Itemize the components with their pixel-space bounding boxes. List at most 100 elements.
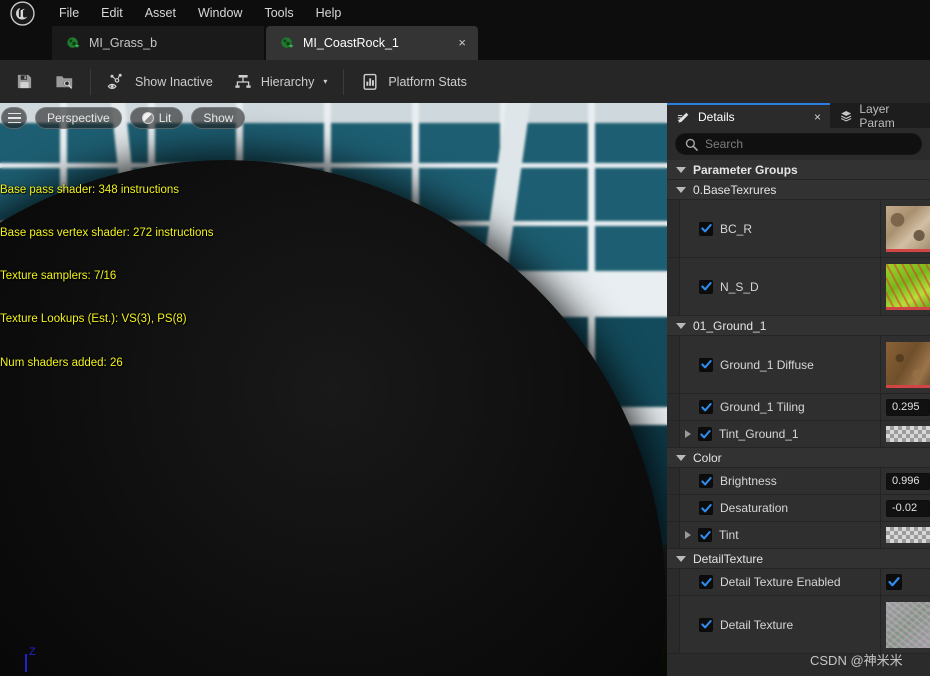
group-color[interactable]: Color [667,448,930,468]
param-row-tint[interactable]: Tint [667,522,930,549]
group-detail-texture[interactable]: DetailTexture [667,549,930,569]
tab-details[interactable]: Details × [667,103,830,128]
param-value-cell[interactable]: -0.02 [880,495,930,521]
param-value-cell[interactable] [880,421,930,447]
viewport-camera-mode-button[interactable]: Perspective [35,107,122,129]
chevron-down-icon[interactable] [676,166,686,173]
numeric-input[interactable]: 0.996 [886,472,930,490]
param-row-ground-1-tiling[interactable]: Ground_1 Tiling 0.295 [667,394,930,421]
texture-thumbnail[interactable] [886,205,930,252]
viewport-show-flags-button[interactable]: Show [191,107,246,129]
param-label: Detail Texture [720,617,794,632]
tab-layer-parameters[interactable]: Layer Param [830,101,930,130]
chevron-down-icon[interactable] [676,322,686,329]
platform-stats-icon [360,72,380,92]
menu-window[interactable]: Window [187,3,253,23]
menu-bar: File Edit Asset Window Tools Help [0,0,930,26]
param-row-detail-texture-enabled[interactable]: Detail Texture Enabled [667,569,930,596]
param-enable-checkbox[interactable] [699,221,713,236]
chevron-down-icon[interactable] [676,186,686,193]
param-enable-checkbox[interactable] [699,474,713,488]
numeric-input[interactable]: -0.02 [886,499,930,517]
menu-asset[interactable]: Asset [134,3,187,23]
menu-file[interactable]: File [48,3,90,23]
param-enable-checkbox[interactable] [699,617,713,632]
param-enable-checkbox[interactable] [698,427,712,441]
platform-stats-button[interactable]: Platform Stats [350,60,477,103]
hierarchy-label: Hierarchy [260,74,315,89]
row-rail [667,522,680,548]
toolbar-separator-2 [343,68,345,95]
tab-mi-grass-b[interactable]: MI_Grass_b [52,26,264,60]
param-enable-checkbox[interactable] [699,279,713,294]
parameter-list[interactable]: Parameter Groups 0.BaseTexrures BC_R N_S… [667,160,930,676]
param-row-detail-texture[interactable]: Detail Texture [667,596,930,654]
details-close-icon[interactable]: × [814,110,821,124]
chevron-right-icon[interactable] [685,430,691,438]
texture-thumbnail[interactable] [886,601,930,648]
svg-text:Z: Z [29,646,36,658]
color-swatch[interactable] [886,426,930,442]
row-rail [667,569,680,595]
param-enable-checkbox[interactable] [698,528,712,542]
viewport-view-mode-button[interactable]: Lit [129,107,184,129]
param-value-cell[interactable]: 0.295 [880,394,930,420]
group-label: Parameter Groups [693,162,798,177]
asset-tab-bar: MI_Grass_b MI_CoastRock_1 × [0,26,930,60]
numeric-input[interactable]: 0.295 [886,398,930,416]
show-inactive-label: Show Inactive [135,74,213,89]
tab-close-icon[interactable]: × [458,36,466,49]
texture-thumbnail[interactable] [886,263,930,310]
chevron-right-icon[interactable] [685,531,691,539]
layer-param-tab-label: Layer Param [859,101,895,130]
menu-tools[interactable]: Tools [253,3,304,23]
unreal-engine-logo-icon[interactable] [0,0,44,26]
param-row-tint-ground-1[interactable]: Tint_Ground_1 [667,421,930,448]
param-enable-checkbox[interactable] [699,400,713,414]
param-enable-checkbox[interactable] [699,501,713,515]
asset-type-bar [886,249,930,252]
show-inactive-button[interactable]: Show Inactive [97,60,223,103]
platform-stats-label: Platform Stats [388,74,467,89]
asset-type-bar [886,307,930,310]
param-value-cell[interactable] [880,522,930,548]
param-row-brightness[interactable]: Brightness 0.996 [667,468,930,495]
chevron-down-icon[interactable] [676,454,686,461]
param-value-cell[interactable]: 0.996 [880,468,930,494]
group-01-ground-1[interactable]: 01_Ground_1 [667,316,930,336]
hierarchy-button[interactable]: Hierarchy ▾ [223,60,338,103]
shader-stats-overlay: Base pass shader: 348 instructions Base … [0,154,214,399]
viewport-menu-icon[interactable] [1,107,27,129]
tab-mi-coastrock-1[interactable]: MI_CoastRock_1 × [266,26,478,60]
param-row-n-s-d[interactable]: N_S_D [667,258,930,316]
param-row-desaturation[interactable]: Desaturation -0.02 [667,495,930,522]
texture-thumbnail[interactable] [886,341,930,388]
param-value-cell[interactable] [880,200,930,257]
param-value-checkbox[interactable] [886,574,902,590]
save-button[interactable] [0,60,44,103]
param-value-cell[interactable] [880,596,930,653]
group-label: 01_Ground_1 [693,318,767,333]
group-label: Color [693,450,722,465]
param-row-ground-1-diffuse[interactable]: Ground_1 Diffuse [667,336,930,394]
chevron-down-icon[interactable]: ▾ [323,77,327,86]
param-enable-checkbox[interactable] [699,575,713,589]
param-row-bc-r[interactable]: BC_R [667,200,930,258]
param-value-cell[interactable] [880,336,930,393]
menu-edit[interactable]: Edit [90,3,134,23]
group-parameter-groups[interactable]: Parameter Groups [667,160,930,180]
param-label-cell: Desaturation [680,501,880,515]
param-enable-checkbox[interactable] [699,357,713,372]
viewport-toolbar: Perspective Lit Show [0,103,246,133]
menu-help[interactable]: Help [305,3,353,23]
param-value-cell[interactable] [880,569,930,595]
row-rail [667,258,680,315]
row-rail [667,468,680,494]
material-preview-viewport[interactable]: Perspective Lit Show Base pass shader: 3… [0,103,667,676]
chevron-down-icon[interactable] [676,555,686,562]
color-swatch[interactable] [886,527,930,543]
search-input[interactable]: Search [675,133,922,155]
browse-asset-button[interactable] [44,60,84,103]
group-base-textures[interactable]: 0.BaseTexrures [667,180,930,200]
param-value-cell[interactable] [880,258,930,315]
